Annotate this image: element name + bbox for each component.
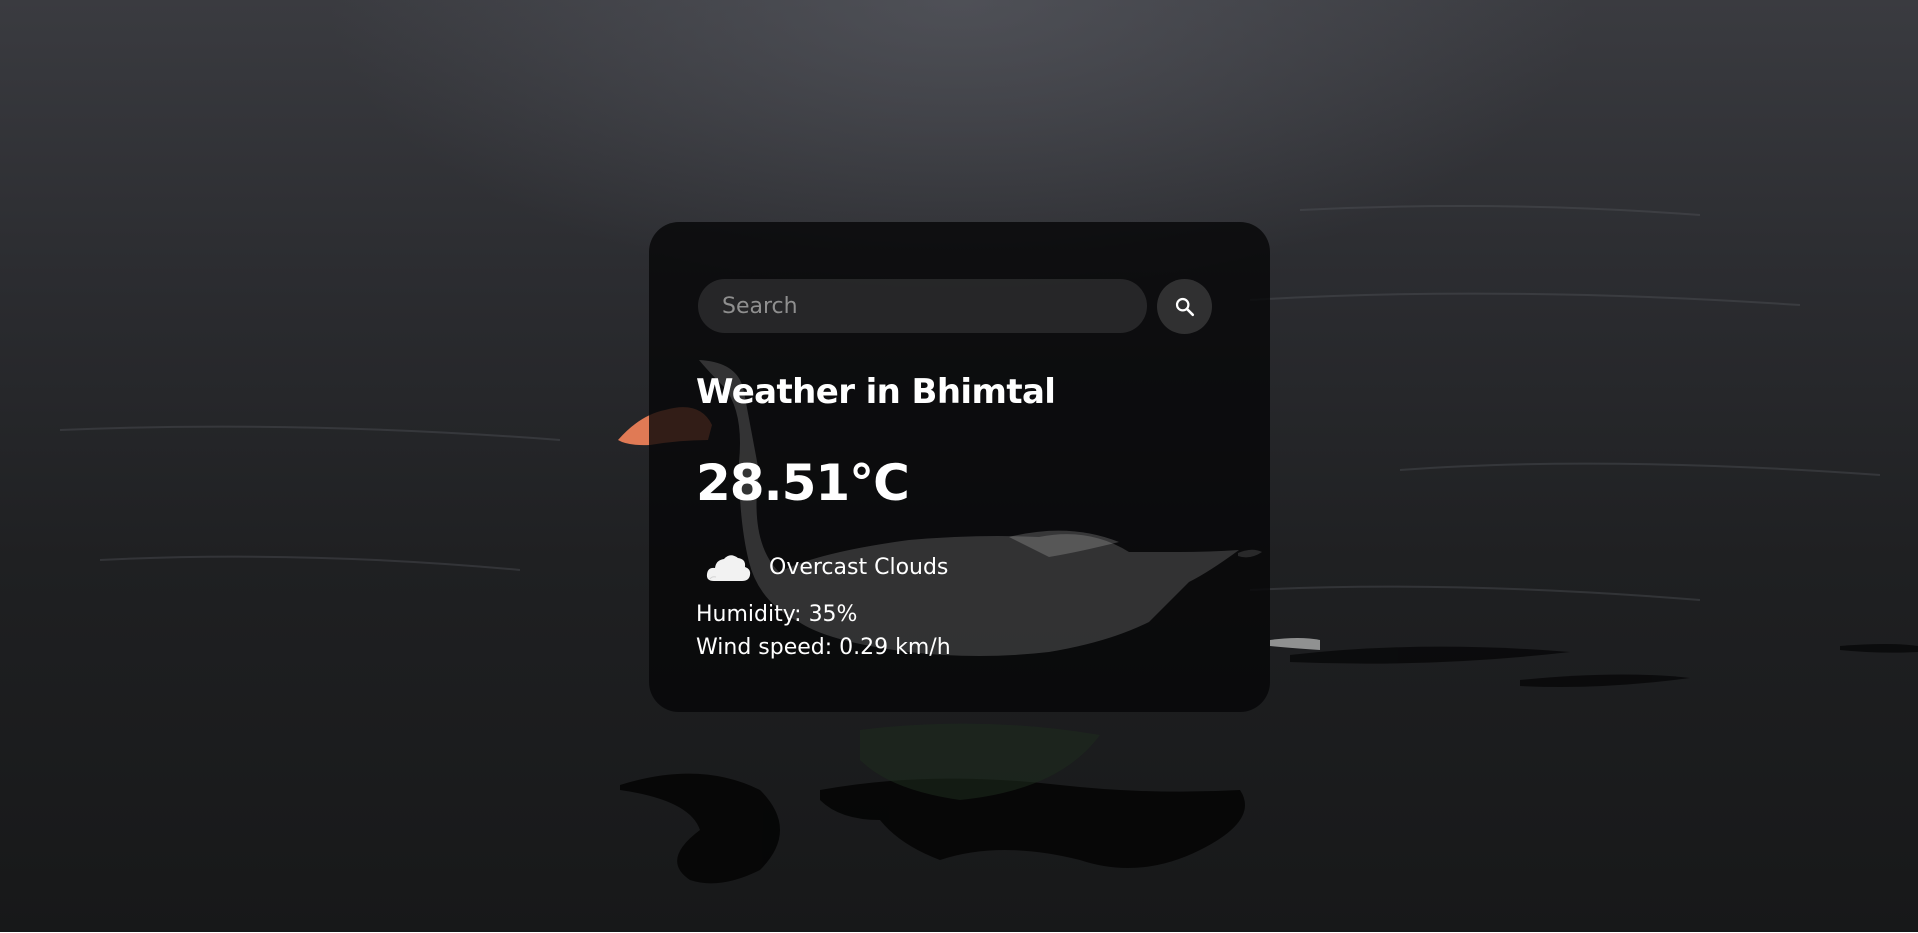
wind-speed-value: 0.29 km/h	[839, 635, 951, 660]
weather-title: Weather in Bhimtal	[696, 372, 1056, 412]
cloud-icon	[706, 555, 751, 581]
search-bar	[698, 279, 1222, 334]
temperature-value: 28.51°C	[696, 454, 910, 512]
wind-speed-label: Wind speed:	[696, 635, 840, 660]
wind-speed-row: Wind speed: 0.29 km/h	[696, 635, 951, 660]
humidity-row: Humidity: 35%	[696, 602, 857, 627]
weather-card: Weather in Bhimtal 28.51°C Overcast Clou…	[649, 222, 1270, 712]
page-background: Weather in Bhimtal 28.51°C Overcast Clou…	[0, 0, 1918, 932]
humidity-label: Humidity:	[696, 602, 809, 627]
weather-condition: Overcast Clouds	[769, 555, 949, 580]
search-icon	[1175, 297, 1194, 316]
search-input[interactable]	[698, 279, 1147, 333]
humidity-value: 35%	[808, 602, 858, 627]
search-button[interactable]	[1157, 279, 1212, 334]
